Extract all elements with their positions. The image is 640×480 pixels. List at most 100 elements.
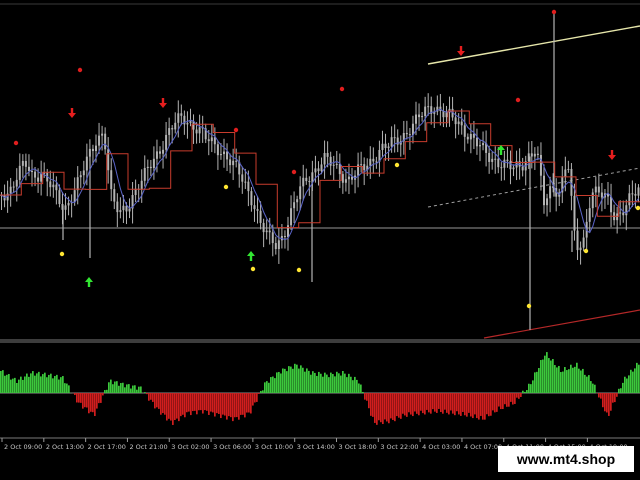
histogram-bar-positive bbox=[286, 371, 288, 393]
histogram-bar-positive bbox=[20, 376, 22, 393]
histogram-bar-positive bbox=[554, 365, 556, 393]
histogram-bar-negative bbox=[234, 393, 236, 418]
candle-body bbox=[326, 152, 329, 157]
candle-body bbox=[494, 158, 497, 160]
histogram-bar-positive bbox=[624, 376, 626, 393]
histogram-bar-negative bbox=[424, 393, 426, 415]
histogram-bar-positive bbox=[336, 371, 338, 393]
histogram-bar-negative bbox=[220, 393, 222, 419]
histogram-bar-positive bbox=[50, 373, 52, 393]
yellow-signal-dot bbox=[223, 184, 229, 190]
x-tick-label: 3 Oct 18:00 bbox=[339, 443, 377, 451]
candle-body bbox=[125, 205, 128, 212]
candle-body bbox=[198, 127, 201, 134]
candle-body bbox=[454, 117, 457, 125]
histogram-bar-negative bbox=[212, 393, 214, 413]
histogram-bar-negative bbox=[390, 393, 392, 419]
histogram-bar-positive bbox=[522, 390, 524, 393]
histogram-bar-positive bbox=[344, 373, 346, 393]
histogram-bar-positive bbox=[330, 372, 332, 393]
candle-body bbox=[390, 137, 393, 147]
histogram-bar-positive bbox=[128, 384, 130, 393]
histogram-bar-negative bbox=[458, 393, 460, 415]
histogram-bar-negative bbox=[420, 393, 422, 411]
candle-body bbox=[482, 143, 485, 146]
histogram-bar-negative bbox=[192, 393, 194, 412]
histogram-bar-positive bbox=[24, 376, 26, 393]
yellow-signal-dot bbox=[59, 251, 65, 257]
candle-body bbox=[512, 167, 515, 170]
histogram-bar-negative bbox=[146, 393, 148, 395]
candle-body bbox=[247, 181, 250, 192]
candle-body bbox=[539, 154, 542, 176]
histogram-bar-positive bbox=[334, 376, 336, 393]
histogram-bar-positive bbox=[298, 368, 300, 393]
histogram-bar-negative bbox=[380, 393, 382, 423]
histogram-bar-positive bbox=[262, 390, 264, 393]
candle-body bbox=[625, 205, 628, 216]
histogram-bar-positive bbox=[4, 375, 6, 393]
histogram-bar-positive bbox=[26, 373, 28, 393]
histogram-bar-negative bbox=[182, 393, 184, 415]
red-signal-dot bbox=[515, 97, 521, 103]
histogram-bar-positive bbox=[52, 378, 54, 393]
histogram-bar-positive bbox=[28, 376, 30, 393]
histogram-bar-positive bbox=[30, 373, 32, 393]
candle-body bbox=[314, 168, 317, 173]
candle-body bbox=[40, 173, 43, 182]
histogram-bar-negative bbox=[90, 393, 92, 412]
histogram-bar-negative bbox=[374, 393, 376, 423]
histogram-bar-positive bbox=[532, 380, 534, 393]
histogram-bar-negative bbox=[186, 393, 188, 413]
red-signal-dot bbox=[291, 169, 297, 175]
candle-body bbox=[384, 143, 387, 149]
candle-body bbox=[159, 151, 161, 154]
histogram-bar-positive bbox=[584, 374, 586, 393]
histogram-bar-negative bbox=[430, 393, 432, 414]
histogram-bar-negative bbox=[396, 393, 398, 417]
histogram-bar-positive bbox=[564, 367, 566, 393]
histogram-bar-positive bbox=[346, 377, 348, 393]
candle-body bbox=[628, 193, 631, 206]
histogram-bar-positive bbox=[120, 383, 122, 393]
candle-body bbox=[530, 153, 533, 157]
histogram-bar-positive bbox=[136, 389, 138, 393]
histogram-bar-positive bbox=[562, 371, 564, 393]
candle-body bbox=[250, 191, 253, 206]
candle-body bbox=[567, 168, 570, 170]
histogram-bar-positive bbox=[590, 381, 592, 393]
histogram-bar-negative bbox=[502, 393, 504, 410]
histogram-bar-negative bbox=[190, 393, 192, 416]
candle-body bbox=[500, 167, 503, 169]
candle-body bbox=[110, 170, 113, 190]
histogram-bar-negative bbox=[478, 393, 480, 420]
candle-body bbox=[619, 212, 622, 214]
histogram-bar-positive bbox=[290, 366, 292, 393]
histogram-bar-negative bbox=[384, 393, 386, 420]
candle-body bbox=[469, 133, 472, 140]
candle-body bbox=[31, 171, 33, 173]
candle-body bbox=[418, 114, 421, 118]
histogram-bar-positive bbox=[524, 391, 526, 393]
histogram-bar-positive bbox=[628, 375, 630, 393]
candle-body bbox=[475, 137, 478, 147]
candle-body bbox=[283, 235, 286, 237]
candle-body bbox=[466, 136, 469, 140]
histogram-bar-negative bbox=[162, 393, 164, 414]
histogram-bar-negative bbox=[184, 393, 186, 418]
histogram-bar-positive bbox=[0, 371, 2, 393]
price-chart: 2 Oct 09:00 2 Oct 13:00 2 Oct 17:00 2 Oct 2… bbox=[0, 0, 640, 480]
candle-body bbox=[415, 114, 417, 124]
histogram-bar-positive bbox=[618, 388, 620, 393]
histogram-bar-negative bbox=[598, 393, 600, 398]
histogram-bar-positive bbox=[60, 377, 62, 393]
candle-body bbox=[168, 128, 171, 135]
histogram-bar-negative bbox=[610, 393, 612, 411]
histogram-bar-negative bbox=[198, 393, 200, 411]
candle-body bbox=[497, 158, 500, 168]
histogram-bar-positive bbox=[574, 366, 576, 393]
histogram-bar-positive bbox=[42, 374, 44, 393]
histogram-bar-positive bbox=[626, 378, 628, 393]
histogram-bar-negative bbox=[148, 393, 150, 401]
histogram-bar-positive bbox=[22, 379, 24, 393]
